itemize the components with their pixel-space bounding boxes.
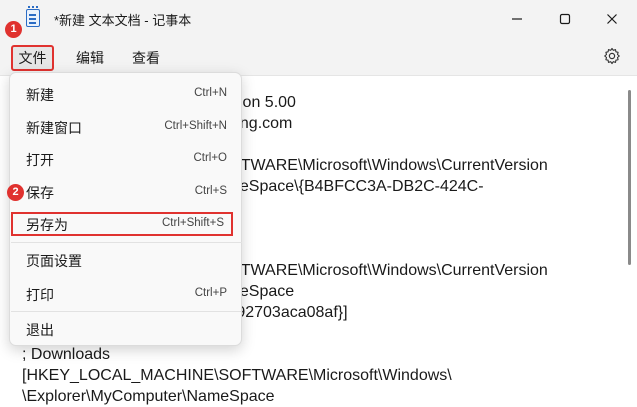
menu-item-exit[interactable]: 退出 [10, 315, 241, 343]
editor-line: -92703aca08af}] [231, 304, 348, 321]
menu-item-label: 退出 [26, 322, 54, 338]
menu-item-label: 打印 [26, 287, 54, 303]
menu-item-page-setup[interactable]: 页面设置 [10, 246, 241, 274]
editor-line: FTWARE\Microsoft\Windows\CurrentVersion [231, 262, 548, 279]
menu-item-shortcut: Ctrl+P [194, 287, 227, 299]
menu-item-label: 页面设置 [26, 253, 82, 269]
menu-item-label: 另存为 [26, 217, 68, 233]
menu-item-new-window[interactable]: 新建窗口 Ctrl+Shift+N [10, 113, 241, 141]
editor-line: FTWARE\Microsoft\Windows\CurrentVersion [231, 157, 548, 174]
menu-item-label: 新建 [26, 87, 54, 103]
menu-item-print[interactable]: 打印 Ctrl+P [10, 280, 241, 308]
menu-item-shortcut: Ctrl+O [193, 152, 227, 164]
notepad-icon [26, 6, 40, 27]
gear-icon[interactable] [603, 47, 621, 65]
window-title: *新建 文本文档 - 记事本 [54, 13, 192, 28]
menu-item-shortcut: Ctrl+S [194, 185, 227, 197]
menu-item-label: 新建窗口 [26, 120, 82, 136]
close-icon [607, 14, 617, 24]
editor-line: neSpace\{B4BFCC3A-DB2C-424C- [231, 178, 484, 195]
menu-item-open[interactable]: 打开 Ctrl+O [10, 145, 241, 173]
menu-item-shortcut: Ctrl+N [194, 87, 227, 99]
menu-item-label: 打开 [26, 152, 54, 168]
editor-line: [HKEY_LOCAL_MACHINE\SOFTWARE\Microsoft\W… [22, 367, 452, 384]
file-menu-dropdown: 新建 Ctrl+N 新建窗口 Ctrl+Shift+N 打开 Ctrl+O 保存… [9, 72, 242, 346]
menu-divider [11, 311, 242, 312]
maximize-button[interactable] [542, 0, 588, 38]
menu-divider [11, 242, 242, 243]
title-bar: *新建 文本文档 - 记事本 [0, 0, 637, 38]
vertical-scrollbar[interactable] [628, 90, 631, 265]
menu-item-shortcut: Ctrl+Shift+N [164, 120, 227, 132]
menu-item-save-as[interactable]: 另存为 Ctrl+Shift+S [10, 210, 241, 238]
step-badge-1: 1 [5, 21, 22, 38]
editor-line: ; Downloads [22, 346, 111, 363]
menu-file[interactable]: 文件 [11, 45, 54, 71]
menu-view[interactable]: 查看 [128, 45, 164, 71]
maximize-icon [559, 13, 571, 25]
editor-line: \Explorer\MyComputer\NameSpace [22, 388, 275, 405]
menu-bar: 文件 编辑 查看 [0, 38, 637, 76]
step-badge-2: 2 [7, 184, 24, 201]
minimize-button[interactable] [494, 0, 540, 38]
minimize-icon [512, 18, 522, 20]
menu-item-new[interactable]: 新建 Ctrl+N [10, 80, 241, 108]
menu-item-label: 保存 [26, 185, 54, 201]
menu-edit[interactable]: 编辑 [72, 45, 108, 71]
menu-item-save[interactable]: 保存 Ctrl+S [10, 178, 241, 206]
menu-item-shortcut: Ctrl+Shift+S [162, 217, 224, 229]
close-button[interactable] [589, 0, 635, 38]
